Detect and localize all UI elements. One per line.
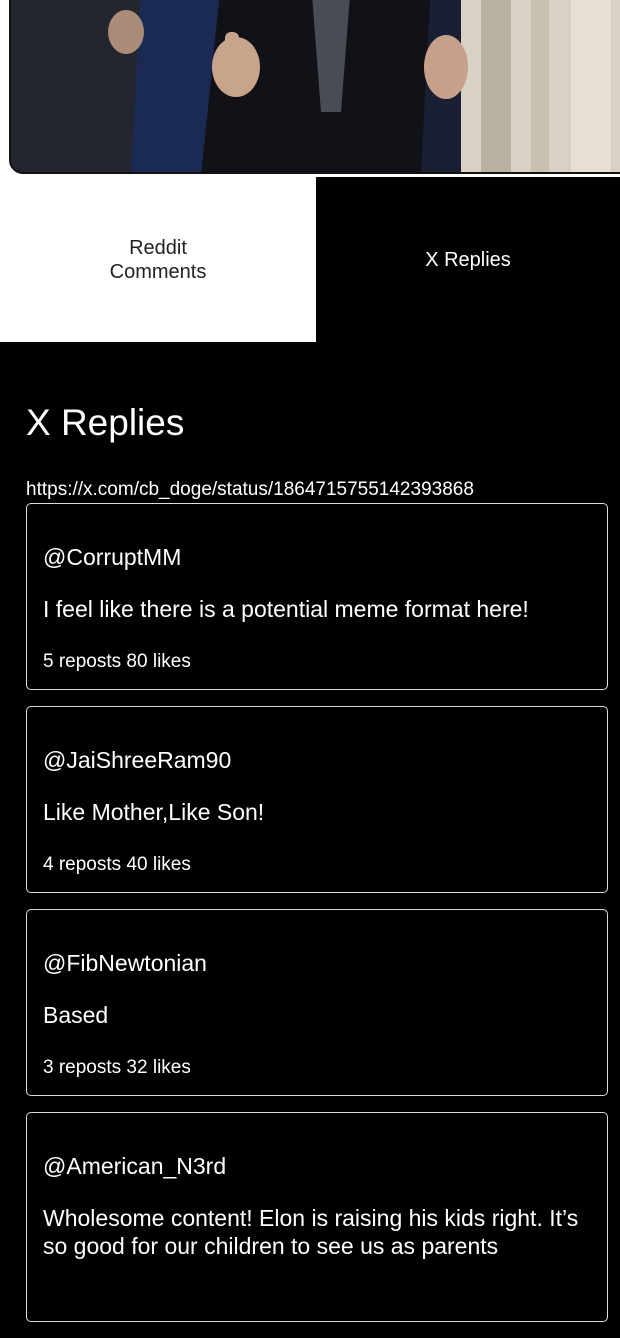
reply-card: @American_N3rd Wholesome content! Elon i…: [26, 1112, 608, 1322]
tab-x-replies[interactable]: X Replies: [316, 177, 620, 342]
reply-handle[interactable]: @American_N3rd: [43, 1153, 226, 1180]
reply-text: I feel like there is a potential meme fo…: [43, 596, 529, 622]
reply-text: Like Mother,Like Son!: [43, 799, 265, 825]
reply-stats: 5 reposts 80 likes: [43, 651, 191, 672]
section-title: X Replies: [26, 402, 185, 443]
comment-source-tabs: Reddit Comments X Replies: [0, 177, 620, 342]
reply-stats: 4 reposts 40 likes: [43, 854, 191, 875]
tab-reddit-comments[interactable]: Reddit Comments: [0, 177, 316, 342]
reply-card: @FibNewtonian Based 3 reposts 32 likes: [26, 909, 608, 1096]
reply-card: @JaiShreeRam90 Like Mother,Like Son! 4 r…: [26, 706, 608, 893]
post-photo: [9, 0, 620, 174]
reply-text: Based: [43, 1002, 109, 1028]
reply-stats: 3 reposts 32 likes: [43, 1057, 191, 1078]
reply-handle[interactable]: @FibNewtonian: [43, 950, 207, 977]
tab-reddit-comments-label: Reddit Comments: [109, 236, 207, 283]
tab-x-replies-label: X Replies: [425, 248, 511, 271]
reply-handle[interactable]: @CorruptMM: [43, 544, 181, 571]
reply-handle[interactable]: @JaiShreeRam90: [43, 747, 231, 774]
x-post-link[interactable]: https://x.com/cb_doge/status/18647157551…: [26, 479, 474, 501]
reply-text: Wholesome content! Elon is raising his k…: [43, 1205, 579, 1259]
replies-list: @CorruptMM I feel like there is a potent…: [26, 503, 608, 1338]
post-photo-area: [0, 0, 620, 178]
reply-card: @CorruptMM I feel like there is a potent…: [26, 503, 608, 690]
